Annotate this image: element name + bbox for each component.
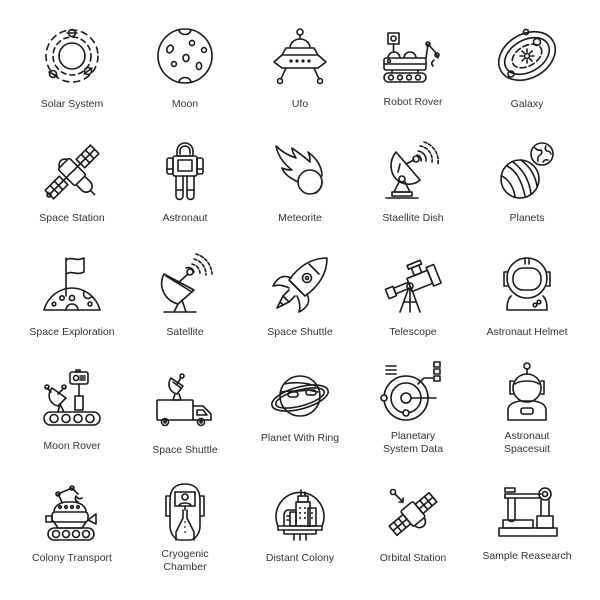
orbital-station-icon (388, 488, 438, 537)
meteorite-icon (275, 145, 323, 195)
astronaut-icon (166, 142, 204, 201)
icon-tile-solar-system: Solar System (12, 28, 132, 144)
icon-label-line-2: System Data (382, 443, 444, 455)
icon-tile-distant-colony: Distant Colony (240, 482, 360, 598)
icon-tile-telescope: Telescope (353, 256, 473, 372)
icon-tile-astronaut-spacesuit: Astronaut Spacesuit (467, 362, 587, 478)
icon-label: Meteorite (278, 212, 322, 224)
telescope-icon (384, 259, 442, 313)
icon-tile-astronaut: Astronaut (125, 142, 245, 258)
galaxy-icon (497, 28, 557, 82)
solar-system-icon (45, 28, 99, 83)
icon-tile-planet-with-ring: Planet With Ring (240, 370, 360, 486)
icon-label: Planets (509, 212, 545, 224)
icon-grid: Solar System Moon Ufo Robot Rover Galaxy… (0, 0, 600, 600)
icon-tile-satellite: Satellite (125, 253, 245, 372)
icon-label: Solar System (40, 98, 104, 110)
icon-label: Space Shuttle (152, 444, 218, 456)
icon-tile-galaxy: Galaxy (467, 28, 587, 144)
satellite-truck-icon (156, 373, 212, 427)
icon-tile-cryogenic-chamber: Cryogenic Chamber (125, 482, 245, 598)
icon-label: Staellite Dish (382, 212, 444, 224)
satellite-dish-icon (385, 141, 439, 199)
icon-label: Sample Reasearch (482, 550, 572, 562)
icon-tile-orbital-station: Orbital Station (353, 484, 473, 600)
ufo-icon (273, 28, 327, 85)
icon-label: Space Station (39, 212, 105, 224)
icon-label: Telescope (389, 326, 437, 338)
icon-label: Distant Colony (265, 552, 335, 564)
icon-tile-moon: Moon (125, 28, 245, 144)
icon-label-line-2: Spacesuit (503, 443, 551, 455)
icon-tile-satellite-dish: Staellite Dish (353, 141, 473, 258)
space-station-icon (44, 144, 100, 200)
flag-on-moon-icon (43, 257, 101, 311)
icon-tile-space-shuttle: Space Shuttle (240, 256, 360, 372)
icon-tile-space-exploration: Space Exploration (12, 256, 132, 372)
astronaut-spacesuit-icon (507, 362, 547, 421)
ringed-planet-icon (271, 375, 329, 417)
icon-label: Robot Rover (383, 96, 443, 108)
icon-label: Space Shuttle (267, 326, 333, 338)
icon-label: Colony Transport (32, 552, 112, 564)
lab-arm-icon (498, 487, 558, 537)
satellite-icon (160, 253, 213, 313)
icon-label: Moon Rover (43, 440, 101, 452)
icon-label-line-1: Planetary (390, 430, 436, 442)
icon-tile-planetary-system-data: Planetary System Data (353, 361, 473, 478)
icon-label: Planet With Ring (260, 432, 340, 444)
icon-tile-space-station: Space Station (12, 142, 132, 258)
planets-icon (500, 142, 554, 199)
moon-rover-icon (43, 369, 101, 426)
icon-tile-robot-rover: Robot Rover (353, 28, 473, 144)
icon-label: Space Exploration (29, 326, 115, 338)
icon-label: Moon (171, 98, 199, 110)
icon-label: Satellite (166, 326, 204, 338)
icon-tile-satellite-truck: Space Shuttle (125, 370, 245, 486)
icon-tile-sample-research: Sample Reasearch (467, 484, 587, 600)
icon-tile-astronaut-helmet: Astronaut Helmet (467, 256, 587, 372)
moon-icon (157, 28, 213, 84)
astronaut-helmet-icon (503, 257, 551, 311)
icon-tile-moon-rover: Moon Rover (12, 369, 132, 486)
icon-label: Galaxy (510, 98, 544, 110)
icon-label: Astronaut Helmet (486, 326, 568, 338)
dome-city-icon (275, 489, 325, 541)
icon-label-line-1: Cryogenic (161, 548, 209, 560)
cryogenic-chamber-icon (165, 483, 205, 541)
rocket-icon (272, 257, 328, 313)
icon-tile-planets: Planets (467, 142, 587, 258)
icon-label-line-2: Chamber (163, 561, 207, 573)
icon-label-line-1: Astronaut (504, 430, 550, 442)
icon-label: Ufo (291, 98, 309, 110)
icon-tile-ufo: Ufo (240, 28, 360, 144)
colony-transport-icon (45, 485, 97, 541)
icon-tile-meteorite: Meteorite (240, 142, 360, 258)
icon-tile-colony-transport: Colony Transport (12, 484, 132, 600)
icon-label: Orbital Station (379, 552, 447, 564)
planetary-data-icon (380, 361, 441, 421)
robot-rover-icon (383, 32, 440, 83)
icon-label: Astronaut (162, 212, 208, 224)
